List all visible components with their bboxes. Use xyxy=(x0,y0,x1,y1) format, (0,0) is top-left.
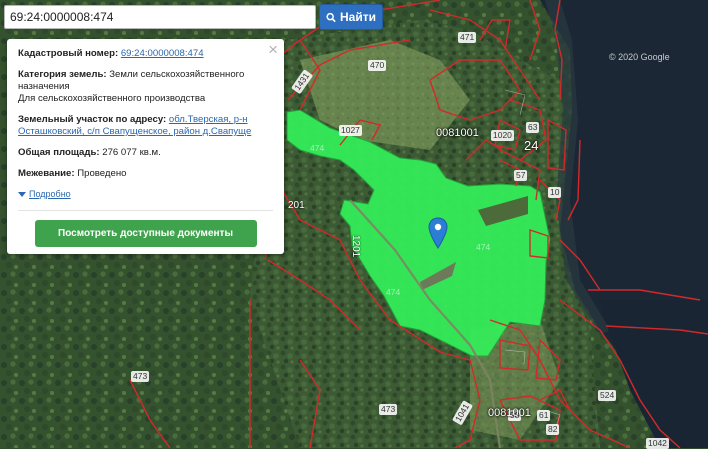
area-row: Общая площадь: 276 077 кв.м. xyxy=(18,147,273,159)
parcel-label: 1201 xyxy=(350,235,361,258)
details-toggle[interactable]: Подробно xyxy=(18,189,71,200)
cadastral-number-row: Кадастровый номер: 69:24:0000008:474 xyxy=(18,48,273,60)
block-label: 0081001 xyxy=(488,407,531,419)
search-button-label: Найти xyxy=(340,10,376,24)
cadastral-number-link[interactable]: 69:24:0000008:474 xyxy=(121,48,204,59)
triangle-down-icon xyxy=(18,192,26,197)
search-button[interactable]: Найти xyxy=(319,4,383,30)
parcel-label: 1042 xyxy=(646,438,669,449)
map-copyright: © 2020 Google xyxy=(609,52,670,62)
land-purpose-value: Для сельскохозяйственного производства xyxy=(18,92,206,104)
parcel-label: 1020 xyxy=(491,130,514,141)
parcel-label: 10 xyxy=(548,187,562,198)
parcel-label: 474 xyxy=(386,287,401,297)
parcel-label: 473 xyxy=(379,404,398,415)
parcel-label: 201 xyxy=(288,200,305,211)
survey-label: Межевание: xyxy=(18,167,75,179)
parcel-label: 57 xyxy=(514,170,528,181)
address-row: Земельный участок по адресу: обл.Тверска… xyxy=(18,114,273,138)
area-value: 276 077 кв.м. xyxy=(102,146,161,158)
parcel-label: 82 xyxy=(546,424,560,435)
parcel-label: 474 xyxy=(310,143,325,153)
survey-value: Проведено xyxy=(77,167,127,179)
cadastral-number-label: Кадастровый номер: xyxy=(18,48,119,59)
divider xyxy=(18,209,273,211)
search-bar: Найти xyxy=(4,4,383,30)
parcel-label: 24 xyxy=(524,138,539,153)
area-label: Общая площадь: xyxy=(18,146,100,158)
parcel-label: 471 xyxy=(458,32,477,43)
parcel-label: 470 xyxy=(368,60,387,71)
details-label: Подробно xyxy=(29,188,71,199)
parcel-label: 473 xyxy=(131,371,150,382)
parcel-label: 1027 xyxy=(339,125,362,136)
parcel-label: 61 xyxy=(537,410,551,421)
view-documents-button[interactable]: Посмотреть доступные документы xyxy=(34,219,257,247)
land-category-label: Категория земель: xyxy=(18,68,107,80)
land-category-row: Категория земель: Земли сельскохозяйстве… xyxy=(18,69,273,105)
address-label: Земельный участок по адресу: xyxy=(18,113,167,125)
parcel-info-panel: × Кадастровый номер: 69:24:0000008:474 К… xyxy=(7,39,284,254)
parcel-label: 63 xyxy=(526,122,540,133)
block-label: 0081001 xyxy=(436,127,479,139)
parcel-label: 474 xyxy=(476,242,491,252)
search-input[interactable] xyxy=(4,5,316,29)
survey-row: Межевание: Проведено xyxy=(18,168,273,180)
search-icon xyxy=(326,12,336,22)
close-icon[interactable]: × xyxy=(268,41,278,58)
parcel-label: 524 xyxy=(598,390,617,401)
